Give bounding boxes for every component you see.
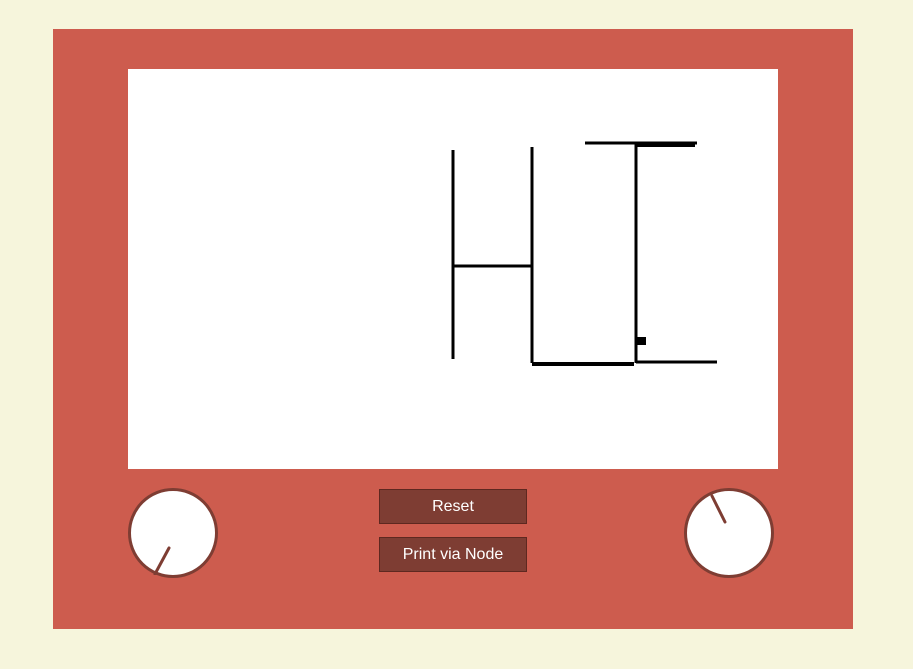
knob-indicator <box>153 546 171 575</box>
stylus-cursor <box>637 337 646 345</box>
drawn-lines <box>451 141 717 366</box>
etch-a-sketch-frame: Reset Print via Node <box>53 29 853 629</box>
drawing-canvas <box>451 141 717 366</box>
reset-button[interactable]: Reset <box>379 489 527 524</box>
horizontal-knob[interactable] <box>128 488 218 578</box>
vertical-knob[interactable] <box>684 488 774 578</box>
print-via-node-button[interactable]: Print via Node <box>379 537 527 572</box>
knob-indicator <box>710 494 727 524</box>
drawing-screen <box>128 69 778 469</box>
